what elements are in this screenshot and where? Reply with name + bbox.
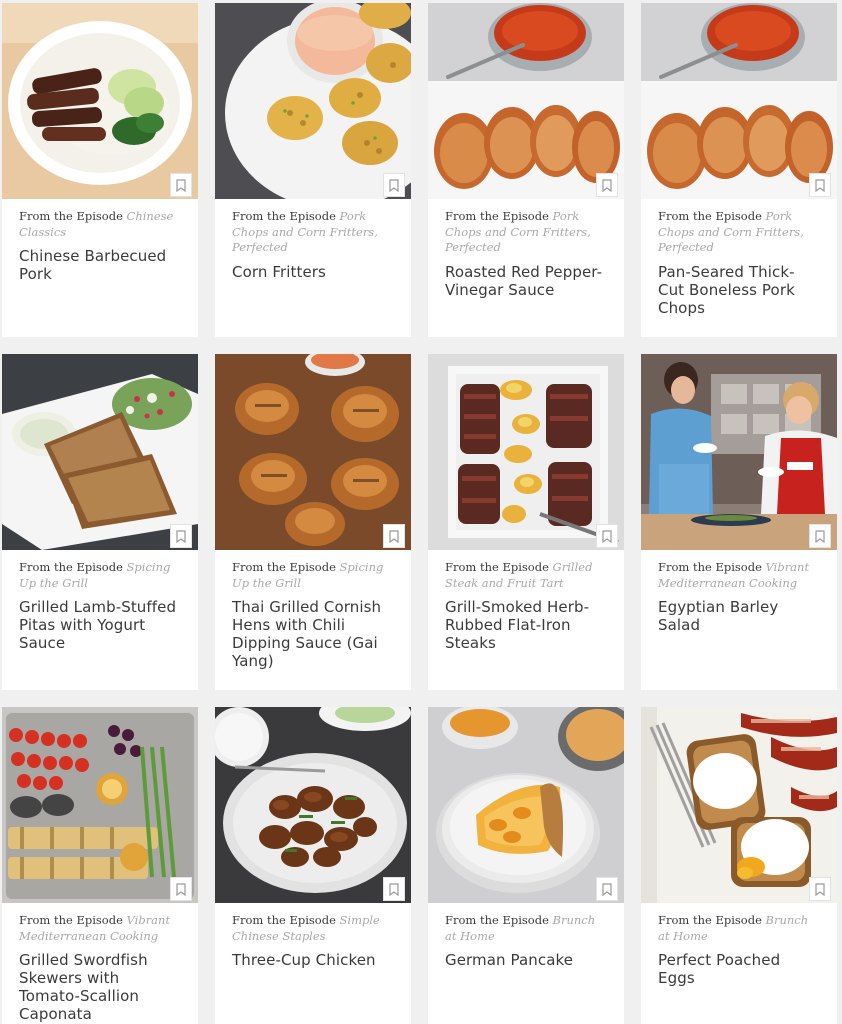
recipe-card[interactable]: From the Episode Chinese Classics Chines… bbox=[2, 3, 198, 337]
bookmark-icon[interactable] bbox=[809, 173, 831, 197]
recipe-title[interactable]: Pan-Seared Thick-Cut Boneless Pork Chops bbox=[641, 256, 837, 317]
episode-info: From the Episode Spicing Up the Grill bbox=[2, 550, 198, 591]
bookmark-icon[interactable] bbox=[383, 524, 405, 548]
recipe-title[interactable]: Egyptian Barley Salad bbox=[641, 591, 837, 634]
recipe-image[interactable] bbox=[428, 354, 624, 550]
recipe-image[interactable] bbox=[2, 354, 198, 550]
recipe-title[interactable]: Corn Fritters bbox=[215, 256, 411, 281]
bookmark-icon[interactable] bbox=[383, 877, 405, 901]
recipe-card[interactable]: From the Episode Spicing Up the Grill Th… bbox=[215, 354, 411, 690]
recipe-card[interactable]: From the Episode Spicing Up the Grill Gr… bbox=[2, 354, 198, 690]
episode-info: From the Episode Pork Chops and Corn Fri… bbox=[641, 199, 837, 256]
bookmark-icon[interactable] bbox=[383, 173, 405, 197]
recipe-card[interactable]: From the Episode Brunch at Home Perfect … bbox=[641, 707, 837, 1024]
recipe-card[interactable]: From the Episode Grilled Steak and Fruit… bbox=[428, 354, 624, 690]
bookmark-icon[interactable] bbox=[809, 877, 831, 901]
recipe-image[interactable] bbox=[2, 3, 198, 199]
recipe-card[interactable]: From the Episode Brunch at Home German P… bbox=[428, 707, 624, 1024]
episode-info: From the Episode Vibrant Mediterranean C… bbox=[641, 550, 837, 591]
recipe-image[interactable] bbox=[641, 354, 837, 550]
episode-info: From the Episode Brunch at Home bbox=[641, 903, 837, 944]
recipe-image[interactable] bbox=[215, 3, 411, 199]
bookmark-icon[interactable] bbox=[596, 877, 618, 901]
episode-prefix: From the Episode bbox=[232, 209, 336, 223]
episode-info: From the Episode Simple Chinese Staples bbox=[215, 903, 411, 944]
bookmark-icon[interactable] bbox=[596, 173, 618, 197]
recipe-image[interactable] bbox=[215, 354, 411, 550]
recipe-title[interactable]: Grilled Lamb-Stuffed Pitas with Yogurt S… bbox=[2, 591, 198, 652]
bookmark-icon[interactable] bbox=[809, 524, 831, 548]
recipe-title[interactable]: Thai Grilled Cornish Hens with Chili Dip… bbox=[215, 591, 411, 670]
recipe-title[interactable]: Roasted Red Pepper-Vinegar Sauce bbox=[428, 256, 624, 299]
recipe-card[interactable]: From the Episode Pork Chops and Corn Fri… bbox=[215, 3, 411, 337]
bookmark-icon[interactable] bbox=[170, 524, 192, 548]
episode-prefix: From the Episode bbox=[445, 560, 549, 574]
recipe-card[interactable]: From the Episode Vibrant Mediterranean C… bbox=[2, 707, 198, 1024]
bookmark-icon[interactable] bbox=[170, 173, 192, 197]
recipe-grid: From the Episode Chinese Classics Chines… bbox=[0, 0, 842, 1024]
episode-prefix: From the Episode bbox=[19, 209, 123, 223]
recipe-title[interactable]: Perfect Poached Eggs bbox=[641, 944, 837, 987]
recipe-card[interactable]: From the Episode Simple Chinese Staples … bbox=[215, 707, 411, 1024]
episode-info: From the Episode Pork Chops and Corn Fri… bbox=[428, 199, 624, 256]
recipe-title[interactable]: Chinese Barbecued Pork bbox=[2, 240, 198, 283]
episode-info: From the Episode Spicing Up the Grill bbox=[215, 550, 411, 591]
recipe-title[interactable]: Grilled Swordfish Skewers with Tomato-Sc… bbox=[2, 944, 198, 1023]
episode-info: From the Episode Brunch at Home bbox=[428, 903, 624, 944]
recipe-image[interactable] bbox=[641, 3, 837, 199]
episode-prefix: From the Episode bbox=[658, 209, 762, 223]
episode-info: From the Episode Vibrant Mediterranean C… bbox=[2, 903, 198, 944]
episode-prefix: From the Episode bbox=[445, 913, 549, 927]
recipe-title[interactable]: Three-Cup Chicken bbox=[215, 944, 411, 969]
episode-info: From the Episode Grilled Steak and Fruit… bbox=[428, 550, 624, 591]
episode-prefix: From the Episode bbox=[658, 913, 762, 927]
episode-prefix: From the Episode bbox=[658, 560, 762, 574]
recipe-title[interactable]: German Pancake bbox=[428, 944, 624, 969]
recipe-image[interactable] bbox=[428, 707, 624, 903]
episode-info: From the Episode Pork Chops and Corn Fri… bbox=[215, 199, 411, 256]
episode-info: From the Episode Chinese Classics bbox=[2, 199, 198, 240]
recipe-card[interactable]: From the Episode Pork Chops and Corn Fri… bbox=[428, 3, 624, 337]
episode-prefix: From the Episode bbox=[232, 913, 336, 927]
bookmark-icon[interactable] bbox=[596, 524, 618, 548]
recipe-image[interactable] bbox=[428, 3, 624, 199]
episode-prefix: From the Episode bbox=[19, 560, 123, 574]
recipe-image[interactable] bbox=[2, 707, 198, 903]
episode-prefix: From the Episode bbox=[232, 560, 336, 574]
recipe-title[interactable]: Grill-Smoked Herb-Rubbed Flat-Iron Steak… bbox=[428, 591, 624, 652]
recipe-card[interactable]: From the Episode Vibrant Mediterranean C… bbox=[641, 354, 837, 690]
recipe-card[interactable]: From the Episode Pork Chops and Corn Fri… bbox=[641, 3, 837, 337]
episode-prefix: From the Episode bbox=[19, 913, 123, 927]
recipe-image[interactable] bbox=[215, 707, 411, 903]
bookmark-icon[interactable] bbox=[170, 877, 192, 901]
episode-prefix: From the Episode bbox=[445, 209, 549, 223]
recipe-image[interactable] bbox=[641, 707, 837, 903]
